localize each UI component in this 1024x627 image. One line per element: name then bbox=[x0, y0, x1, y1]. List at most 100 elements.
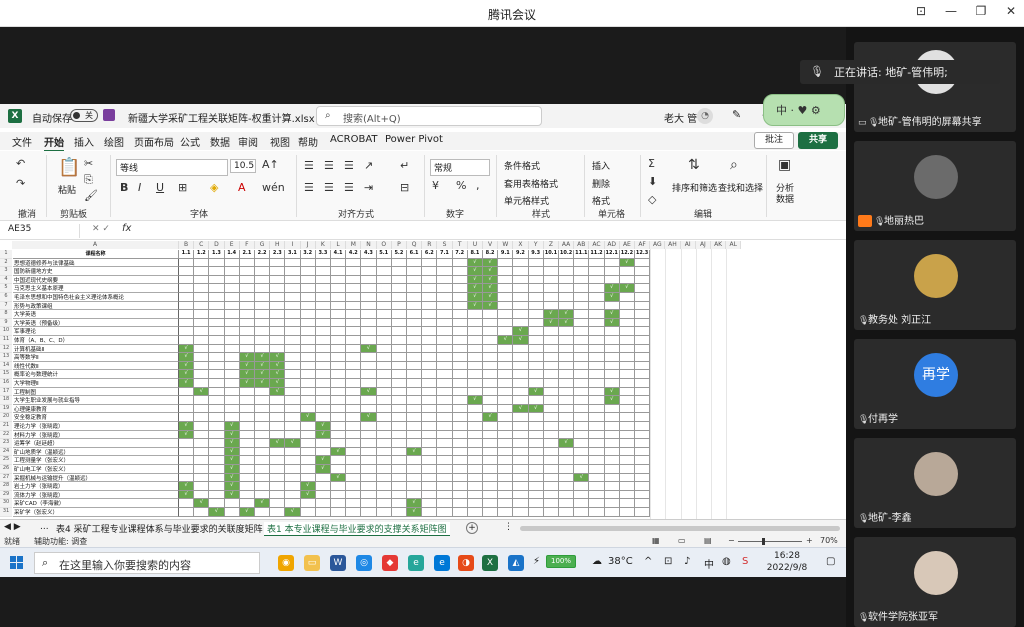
support-cell[interactable] bbox=[467, 499, 483, 508]
support-cell[interactable] bbox=[361, 456, 377, 465]
support-cell[interactable] bbox=[255, 318, 271, 328]
column-header[interactable]: Z bbox=[543, 241, 559, 249]
support-cell[interactable] bbox=[376, 490, 392, 500]
support-cell[interactable] bbox=[498, 327, 514, 336]
support-cell[interactable] bbox=[452, 473, 468, 483]
support-cell[interactable] bbox=[635, 396, 651, 405]
support-cell[interactable] bbox=[422, 447, 438, 457]
percent-icon[interactable]: % bbox=[456, 179, 466, 192]
support-cell-checked[interactable]: √ bbox=[179, 482, 195, 491]
support-cell[interactable] bbox=[467, 482, 483, 491]
course-name-cell[interactable]: 流体力学（张晓霞） bbox=[13, 490, 179, 500]
support-cell[interactable] bbox=[483, 422, 499, 431]
support-cell[interactable] bbox=[559, 465, 575, 474]
support-cell-checked[interactable]: √ bbox=[315, 456, 331, 465]
support-cell[interactable] bbox=[224, 387, 240, 397]
support-cell[interactable] bbox=[224, 353, 240, 362]
support-cell[interactable] bbox=[209, 284, 225, 293]
support-cell[interactable] bbox=[589, 404, 605, 414]
support-cell[interactable] bbox=[224, 310, 240, 319]
column-header[interactable]: V bbox=[483, 241, 499, 249]
row-header[interactable]: 23 bbox=[0, 439, 12, 448]
support-cell[interactable] bbox=[300, 267, 316, 276]
support-cell[interactable] bbox=[270, 465, 286, 474]
page-break-icon[interactable]: ▤ bbox=[704, 536, 712, 545]
support-cell[interactable] bbox=[543, 353, 559, 362]
support-cell[interactable] bbox=[528, 301, 544, 311]
support-cell[interactable] bbox=[589, 379, 605, 388]
support-cell[interactable] bbox=[376, 482, 392, 491]
support-cell[interactable] bbox=[528, 336, 544, 345]
support-cell[interactable] bbox=[513, 396, 529, 405]
support-cell[interactable] bbox=[209, 275, 225, 285]
course-name-cell[interactable]: 矿山地质学（温颖远） bbox=[13, 447, 179, 457]
support-cell[interactable] bbox=[543, 508, 559, 517]
support-cell[interactable] bbox=[483, 482, 499, 491]
support-cell[interactable] bbox=[300, 473, 316, 483]
sort-filter-button[interactable]: 排序和筛选 bbox=[672, 181, 717, 194]
support-cell[interactable] bbox=[543, 499, 559, 508]
support-cell[interactable] bbox=[559, 267, 575, 276]
support-cell[interactable] bbox=[619, 404, 635, 414]
support-cell[interactable] bbox=[407, 301, 423, 311]
support-cell[interactable] bbox=[543, 267, 559, 276]
participant-tile-0[interactable]: ▭🎙地矿-管伟明的屏幕共享 bbox=[854, 42, 1016, 132]
indicator-header[interactable]: 3.3 bbox=[315, 250, 331, 259]
support-cell-checked[interactable]: √ bbox=[619, 258, 635, 268]
support-cell[interactable] bbox=[574, 490, 590, 500]
support-cell[interactable] bbox=[422, 318, 438, 328]
support-cell[interactable] bbox=[239, 267, 255, 276]
support-cell[interactable] bbox=[528, 370, 544, 379]
support-cell-checked[interactable]: √ bbox=[543, 318, 559, 328]
support-cell[interactable] bbox=[209, 404, 225, 414]
support-cell[interactable] bbox=[331, 430, 347, 440]
support-cell[interactable] bbox=[422, 344, 438, 354]
support-cell[interactable] bbox=[194, 465, 210, 474]
support-cell[interactable] bbox=[604, 422, 620, 431]
support-cell[interactable] bbox=[391, 301, 407, 311]
course-name-cell[interactable]: 理论力学（张晓霞） bbox=[13, 422, 179, 431]
support-cell[interactable] bbox=[574, 267, 590, 276]
support-cell[interactable] bbox=[635, 447, 651, 457]
support-cell[interactable] bbox=[528, 258, 544, 268]
support-cell[interactable] bbox=[179, 318, 195, 328]
support-cell-checked[interactable]: √ bbox=[513, 404, 529, 414]
support-cell[interactable] bbox=[346, 430, 362, 440]
support-cell[interactable] bbox=[391, 336, 407, 345]
support-cell[interactable] bbox=[452, 465, 468, 474]
support-cell[interactable] bbox=[391, 344, 407, 354]
support-cell[interactable] bbox=[559, 508, 575, 517]
support-cell-checked[interactable]: √ bbox=[467, 267, 483, 276]
support-cell[interactable] bbox=[315, 413, 331, 422]
support-cell-checked[interactable]: √ bbox=[331, 447, 347, 457]
support-cell[interactable] bbox=[346, 353, 362, 362]
support-cell-checked[interactable]: √ bbox=[224, 439, 240, 448]
support-cell[interactable] bbox=[422, 508, 438, 517]
support-cell-checked[interactable]: √ bbox=[331, 473, 347, 483]
support-cell[interactable] bbox=[635, 353, 651, 362]
support-cell[interactable] bbox=[498, 456, 514, 465]
support-cell[interactable] bbox=[635, 430, 651, 440]
currency-icon[interactable]: ¥ bbox=[432, 179, 439, 192]
support-cell[interactable] bbox=[346, 318, 362, 328]
support-cell[interactable] bbox=[589, 508, 605, 517]
sheet-options-icon[interactable]: ⋮ bbox=[504, 522, 513, 532]
support-cell[interactable] bbox=[498, 439, 514, 448]
support-cell[interactable] bbox=[270, 413, 286, 422]
support-cell[interactable] bbox=[194, 490, 210, 500]
support-cell[interactable] bbox=[285, 301, 301, 311]
support-cell[interactable] bbox=[300, 353, 316, 362]
support-cell[interactable] bbox=[452, 499, 468, 508]
support-cell[interactable] bbox=[513, 370, 529, 379]
support-cell[interactable] bbox=[331, 456, 347, 465]
support-cell[interactable] bbox=[255, 456, 271, 465]
course-name-cell[interactable]: 材料力学（张晓霞） bbox=[13, 430, 179, 440]
support-cell[interactable] bbox=[589, 344, 605, 354]
column-header[interactable]: G bbox=[255, 241, 271, 249]
support-cell[interactable] bbox=[300, 456, 316, 465]
course-name-cell[interactable]: 概率论与数理统计 bbox=[13, 370, 179, 379]
support-cell-checked[interactable]: √ bbox=[270, 370, 286, 379]
support-cell[interactable] bbox=[270, 396, 286, 405]
support-cell[interactable] bbox=[528, 361, 544, 371]
support-cell[interactable] bbox=[619, 267, 635, 276]
